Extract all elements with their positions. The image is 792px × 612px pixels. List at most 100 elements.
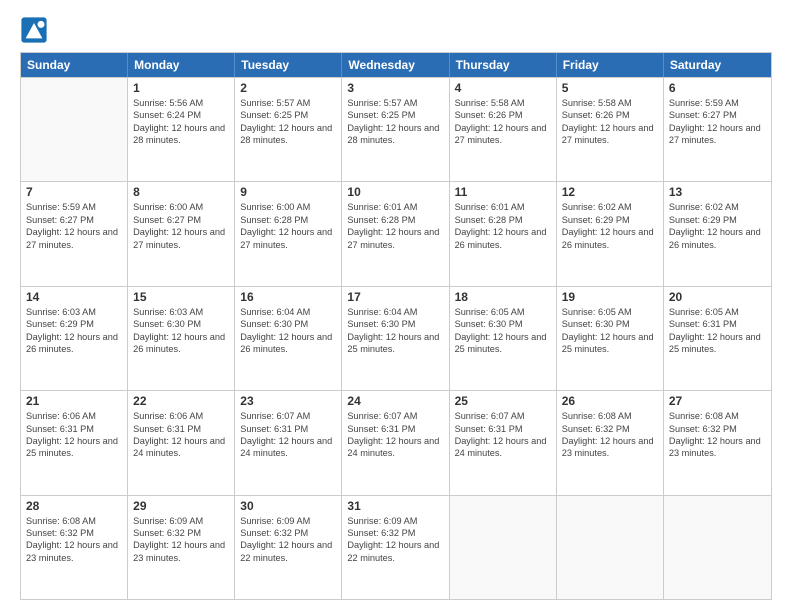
day-number: 26 [562, 394, 658, 408]
sunset: Sunset: 6:30 PM [562, 318, 658, 330]
sunrise: Sunrise: 5:58 AM [562, 97, 658, 109]
daylight: Daylight: 12 hours and 25 minutes. [26, 435, 122, 460]
cal-day-10: 10 Sunrise: 6:01 AM Sunset: 6:28 PM Dayl… [342, 182, 449, 285]
daylight: Daylight: 12 hours and 22 minutes. [240, 539, 336, 564]
daylight: Daylight: 12 hours and 24 minutes. [455, 435, 551, 460]
cal-day-8: 8 Sunrise: 6:00 AM Sunset: 6:27 PM Dayli… [128, 182, 235, 285]
sunrise: Sunrise: 6:01 AM [347, 201, 443, 213]
day-number: 14 [26, 290, 122, 304]
sunrise: Sunrise: 6:07 AM [347, 410, 443, 422]
sunset: Sunset: 6:27 PM [26, 214, 122, 226]
cal-week-5: 28 Sunrise: 6:08 AM Sunset: 6:32 PM Dayl… [21, 495, 771, 599]
sunrise: Sunrise: 6:05 AM [669, 306, 766, 318]
cal-week-1: 1 Sunrise: 5:56 AM Sunset: 6:24 PM Dayli… [21, 77, 771, 181]
sunset: Sunset: 6:26 PM [562, 109, 658, 121]
sunset: Sunset: 6:24 PM [133, 109, 229, 121]
day-number: 13 [669, 185, 766, 199]
cal-header-tuesday: Tuesday [235, 53, 342, 77]
sunrise: Sunrise: 6:01 AM [455, 201, 551, 213]
daylight: Daylight: 12 hours and 25 minutes. [347, 331, 443, 356]
day-number: 12 [562, 185, 658, 199]
cal-day-26: 26 Sunrise: 6:08 AM Sunset: 6:32 PM Dayl… [557, 391, 664, 494]
day-number: 29 [133, 499, 229, 513]
sunset: Sunset: 6:28 PM [347, 214, 443, 226]
day-number: 24 [347, 394, 443, 408]
sunset: Sunset: 6:26 PM [455, 109, 551, 121]
daylight: Daylight: 12 hours and 24 minutes. [133, 435, 229, 460]
cal-header-friday: Friday [557, 53, 664, 77]
cal-day-11: 11 Sunrise: 6:01 AM Sunset: 6:28 PM Dayl… [450, 182, 557, 285]
sunrise: Sunrise: 6:04 AM [240, 306, 336, 318]
day-number: 3 [347, 81, 443, 95]
daylight: Daylight: 12 hours and 26 minutes. [240, 331, 336, 356]
daylight: Daylight: 12 hours and 27 minutes. [26, 226, 122, 251]
daylight: Daylight: 12 hours and 23 minutes. [562, 435, 658, 460]
day-number: 28 [26, 499, 122, 513]
cal-empty [21, 78, 128, 181]
sunset: Sunset: 6:25 PM [240, 109, 336, 121]
cal-day-17: 17 Sunrise: 6:04 AM Sunset: 6:30 PM Dayl… [342, 287, 449, 390]
cal-day-4: 4 Sunrise: 5:58 AM Sunset: 6:26 PM Dayli… [450, 78, 557, 181]
cal-day-23: 23 Sunrise: 6:07 AM Sunset: 6:31 PM Dayl… [235, 391, 342, 494]
cal-day-24: 24 Sunrise: 6:07 AM Sunset: 6:31 PM Dayl… [342, 391, 449, 494]
cal-header-wednesday: Wednesday [342, 53, 449, 77]
sunrise: Sunrise: 6:06 AM [26, 410, 122, 422]
day-number: 11 [455, 185, 551, 199]
daylight: Daylight: 12 hours and 24 minutes. [347, 435, 443, 460]
cal-day-7: 7 Sunrise: 5:59 AM Sunset: 6:27 PM Dayli… [21, 182, 128, 285]
day-number: 6 [669, 81, 766, 95]
cal-day-1: 1 Sunrise: 5:56 AM Sunset: 6:24 PM Dayli… [128, 78, 235, 181]
sunrise: Sunrise: 5:58 AM [455, 97, 551, 109]
sunset: Sunset: 6:27 PM [669, 109, 766, 121]
sunset: Sunset: 6:32 PM [133, 527, 229, 539]
cal-week-2: 7 Sunrise: 5:59 AM Sunset: 6:27 PM Dayli… [21, 181, 771, 285]
daylight: Daylight: 12 hours and 27 minutes. [133, 226, 229, 251]
sunrise: Sunrise: 6:07 AM [455, 410, 551, 422]
day-number: 5 [562, 81, 658, 95]
cal-day-28: 28 Sunrise: 6:08 AM Sunset: 6:32 PM Dayl… [21, 496, 128, 599]
daylight: Daylight: 12 hours and 25 minutes. [562, 331, 658, 356]
day-number: 1 [133, 81, 229, 95]
cal-day-27: 27 Sunrise: 6:08 AM Sunset: 6:32 PM Dayl… [664, 391, 771, 494]
day-number: 2 [240, 81, 336, 95]
sunrise: Sunrise: 5:59 AM [26, 201, 122, 213]
daylight: Daylight: 12 hours and 26 minutes. [669, 226, 766, 251]
page: SundayMondayTuesdayWednesdayThursdayFrid… [0, 0, 792, 612]
sunrise: Sunrise: 5:59 AM [669, 97, 766, 109]
cal-header-monday: Monday [128, 53, 235, 77]
sunrise: Sunrise: 6:00 AM [133, 201, 229, 213]
day-number: 22 [133, 394, 229, 408]
cal-day-15: 15 Sunrise: 6:03 AM Sunset: 6:30 PM Dayl… [128, 287, 235, 390]
day-number: 17 [347, 290, 443, 304]
cal-header-thursday: Thursday [450, 53, 557, 77]
daylight: Daylight: 12 hours and 27 minutes. [240, 226, 336, 251]
calendar: SundayMondayTuesdayWednesdayThursdayFrid… [20, 52, 772, 600]
day-number: 25 [455, 394, 551, 408]
day-number: 30 [240, 499, 336, 513]
sunset: Sunset: 6:31 PM [240, 423, 336, 435]
sunset: Sunset: 6:30 PM [240, 318, 336, 330]
sunrise: Sunrise: 6:03 AM [133, 306, 229, 318]
day-number: 15 [133, 290, 229, 304]
day-number: 9 [240, 185, 336, 199]
cal-day-2: 2 Sunrise: 5:57 AM Sunset: 6:25 PM Dayli… [235, 78, 342, 181]
day-number: 10 [347, 185, 443, 199]
day-number: 20 [669, 290, 766, 304]
sunset: Sunset: 6:31 PM [455, 423, 551, 435]
sunrise: Sunrise: 6:08 AM [26, 515, 122, 527]
sunrise: Sunrise: 5:56 AM [133, 97, 229, 109]
sunrise: Sunrise: 6:05 AM [455, 306, 551, 318]
daylight: Daylight: 12 hours and 26 minutes. [133, 331, 229, 356]
cal-day-6: 6 Sunrise: 5:59 AM Sunset: 6:27 PM Dayli… [664, 78, 771, 181]
sunrise: Sunrise: 5:57 AM [347, 97, 443, 109]
sunrise: Sunrise: 6:09 AM [133, 515, 229, 527]
cal-day-21: 21 Sunrise: 6:06 AM Sunset: 6:31 PM Dayl… [21, 391, 128, 494]
sunset: Sunset: 6:27 PM [133, 214, 229, 226]
daylight: Daylight: 12 hours and 28 minutes. [347, 122, 443, 147]
daylight: Daylight: 12 hours and 24 minutes. [240, 435, 336, 460]
sunset: Sunset: 6:25 PM [347, 109, 443, 121]
sunset: Sunset: 6:31 PM [133, 423, 229, 435]
sunset: Sunset: 6:29 PM [669, 214, 766, 226]
sunset: Sunset: 6:32 PM [562, 423, 658, 435]
sunrise: Sunrise: 6:09 AM [240, 515, 336, 527]
